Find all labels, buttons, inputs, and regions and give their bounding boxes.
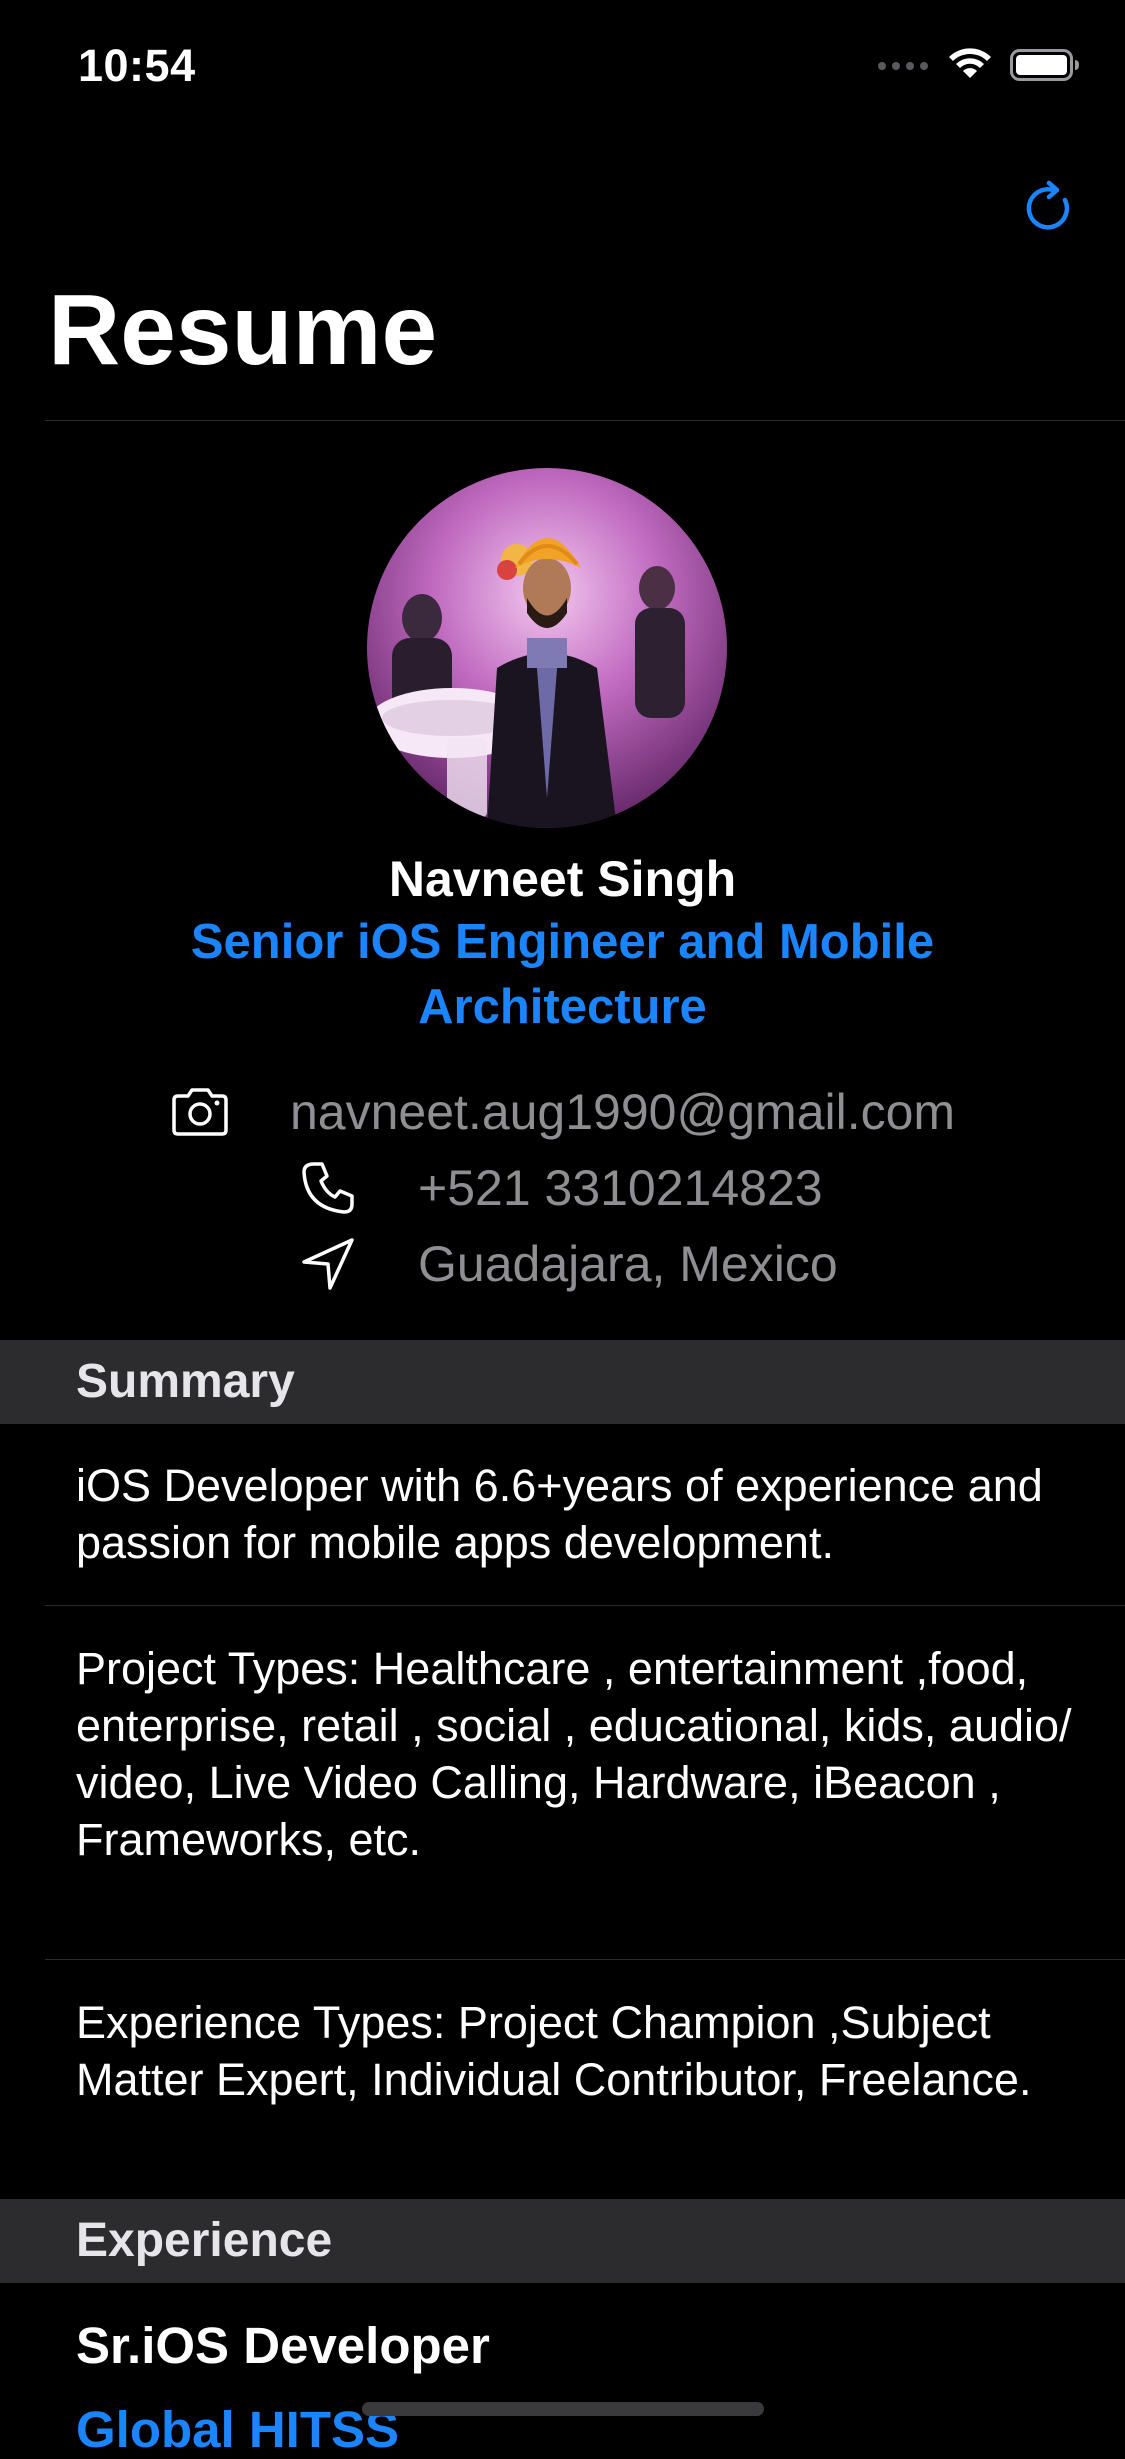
status-icons <box>876 48 1080 87</box>
contact-phone-row[interactable]: +521 3310214823 <box>296 1156 823 1220</box>
status-time: 10:54 <box>78 40 196 91</box>
wifi-icon <box>948 48 992 87</box>
experience-section-header: Experience <box>0 2199 1125 2283</box>
summary-item: Experience Types: Project Champion ,Subj… <box>76 1997 1032 2105</box>
experience-header-label: Experience <box>76 2214 333 2267</box>
location-arrow-icon <box>296 1232 360 1296</box>
summary-divider <box>45 1605 1125 1606</box>
cellular-signal-icon <box>876 58 930 77</box>
contact-email-row[interactable]: navneet.aug1990@gmail.com <box>168 1080 955 1144</box>
avatar <box>367 468 727 828</box>
contact-email: navneet.aug1990@gmail.com <box>290 1084 956 1140</box>
summary-item: iOS Developer with 6.6+years of experien… <box>76 1460 1043 1568</box>
navigation-bar: Resume <box>0 132 1125 420</box>
summary-divider <box>45 1959 1125 1960</box>
profile-header: Navneet Singh Senior iOS Engineer and Mo… <box>0 420 1125 1340</box>
battery-icon <box>1010 49 1080 86</box>
profile-job-title: Senior iOS Engineer and Mobile Architect… <box>190 915 935 1034</box>
profile-name: Navneet Singh <box>388 851 737 907</box>
refresh-button[interactable] <box>1013 172 1085 244</box>
contact-phone: +521 3310214823 <box>418 1160 823 1216</box>
home-indicator[interactable] <box>362 2402 764 2416</box>
contact-location: Guadajara, Mexico <box>418 1236 838 1292</box>
summary-header-label: Summary <box>76 1355 295 1408</box>
contact-location-row[interactable]: Guadajara, Mexico <box>296 1232 838 1296</box>
refresh-icon <box>1026 180 1070 230</box>
experience-company[interactable]: Global HITSS <box>76 2400 399 2459</box>
summary-item: Project Types: Healthcare , entertainmen… <box>76 1643 1072 1865</box>
summary-section-header: Summary <box>0 1340 1125 1424</box>
status-bar: 10:54 <box>0 0 1125 132</box>
page-title: Resume <box>48 274 438 386</box>
experience-job-title[interactable]: Sr.iOS Developer <box>76 2316 490 2375</box>
phone-icon <box>296 1156 360 1220</box>
camera-icon <box>168 1080 232 1144</box>
